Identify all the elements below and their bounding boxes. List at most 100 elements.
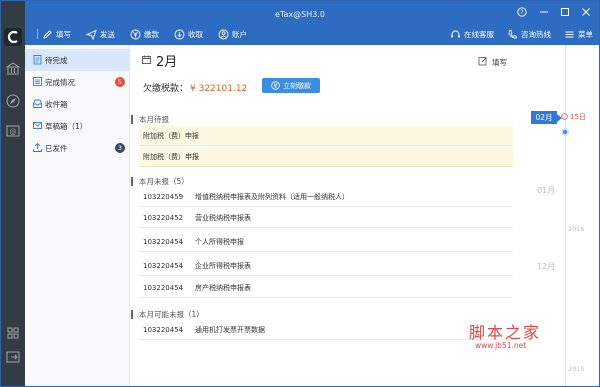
table-row[interactable]: 103220454 个人所得税申报 [139,232,513,252]
grid-icon[interactable] [5,325,21,341]
left-rail: @ [1,1,25,386]
sidebar-item-label: 草稿箱（1） [45,121,88,131]
pay-label: 缴款 [144,29,159,39]
pay-now-button[interactable]: 立刻缴款 [262,78,320,93]
send-label: 发送 [100,29,115,39]
timeline-month-active[interactable]: 02月 [531,111,562,124]
hotline-label: 咨询热线 [521,29,551,39]
pay-now-label: 立刻缴款 [283,81,311,90]
status-badge: 3 [115,143,125,153]
help-icon[interactable]: ? [515,7,529,19]
timeline-current-dot [561,128,569,136]
sidebar-item-completion[interactable]: 完成情况 5 [25,71,129,93]
hotline-button[interactable]: 咨询热线 [506,25,551,43]
menu-button[interactable]: 菜单 [563,25,593,43]
bank-icon[interactable] [5,61,21,77]
maximize-icon[interactable] [558,7,572,19]
row-name: 营业税纳税申报表 [195,213,251,222]
title-bar: eTax@SH3.0 ? 填写 发送 缴款 收取 账户 在线客服 咨询热线 菜单 [1,1,599,45]
row-name: 个人所得税申报 [195,237,244,246]
exit-icon[interactable] [5,349,21,365]
owed-value: ¥ 322101.12 [190,84,248,94]
sidebar-item-pending[interactable]: 待完成 [25,49,129,71]
phone-icon [506,28,518,40]
account-label: 账户 [232,29,247,39]
close-icon[interactable] [579,7,593,19]
fill-button[interactable]: 填写 [41,25,71,43]
fill-label: 填写 [56,29,71,39]
table-row[interactable]: 103220454 房产税纳税申报表 [139,278,513,298]
receive-button[interactable]: 收取 [173,25,203,43]
app-logo-icon [3,27,23,47]
write-label: 填写 [492,57,507,67]
sidebar-item-sent[interactable]: 已发件 3 [25,137,129,159]
minimize-icon[interactable] [537,7,551,19]
sidebar-item-label: 已发件 [45,143,68,153]
row-name: 企业所得税申报表 [195,261,251,270]
timeline-year: 2015 [568,365,585,373]
yen-circle-icon [129,28,141,40]
user-circle-icon [217,28,229,40]
yen-circle-icon [271,81,280,90]
calendar-icon [141,54,152,67]
watermark-url: www.jb51.net [475,341,527,350]
toolbar-right: 在线客服 咨询热线 菜单 [437,25,593,43]
list-icon [32,76,43,87]
account-button[interactable]: 账户 [217,25,247,43]
receive-label: 收取 [188,29,203,39]
row-name: 房产税纳税申报表 [195,283,251,292]
clipboard-icon [32,54,43,65]
status-badge: 5 [115,77,125,87]
row-code: 103220454 [143,325,184,334]
clock-icon [561,112,568,122]
owed-label: 欠缴税款： [143,84,189,94]
table-row[interactable]: 103220452 营业税纳税申报表 [139,208,513,228]
timeline-month[interactable]: 12月 [537,261,555,272]
timeline-line [565,45,566,386]
app-window: eTax@SH3.0 ? 填写 发送 缴款 收取 账户 在线客服 咨询热线 菜单… [0,0,600,387]
online-service-button[interactable]: 在线客服 [449,25,494,43]
nav-sidebar: 待完成 完成情况 5 收件箱 草稿箱（1） 已发件 3 [25,45,130,386]
table-row[interactable]: 103220459 增值税纳税申报表及附列资料（适用一般纳税人） [139,187,513,207]
menu-icon [563,28,575,40]
row-name: 增值税纳税申报表及附列资料（适用一般纳税人） [195,192,349,201]
sidebar-item-drafts[interactable]: 草稿箱（1） [25,115,129,137]
inbox-icon [32,98,43,109]
page-title: 2月 [156,55,178,70]
row-code: 103220454 [143,283,184,292]
sidebar-item-label: 完成情况 [45,77,75,87]
table-row[interactable]: 附加税（费）申报 [139,126,513,146]
edit-icon [41,28,53,40]
row-name: 附加税（费）申报 [143,131,199,140]
menu-label: 菜单 [578,29,593,39]
compass-icon[interactable] [5,93,21,109]
watermark-logo: 脚本之家 [469,323,542,342]
month-header: 2月 [141,51,177,70]
sent-icon [32,142,43,153]
window-title: eTax@SH3.0 [275,10,325,19]
timeline-month[interactable]: 01月 [537,185,555,196]
table-row[interactable]: 103220454 通用机打发票开票数据 [139,320,513,340]
row-name: 通用机打发票开票数据 [195,325,265,334]
row-code: 103220454 [143,261,184,270]
row-code: 103220454 [143,237,184,246]
section-title: 本月可能未报（1） [131,309,204,320]
pay-toolbar-button[interactable]: 缴款 [129,25,159,43]
sidebar-item-label: 收件箱 [45,99,68,109]
timeline-today: 15日 [561,112,586,122]
write-button[interactable]: 填写 [478,56,507,68]
toolbar-divider [37,29,38,39]
sidebar-item-label: 待完成 [45,55,68,65]
download-icon [173,28,185,40]
row-code: 103220452 [143,213,184,222]
sidebar-item-inbox[interactable]: 收件箱 [25,93,129,115]
send-button[interactable]: 发送 [85,25,115,43]
at-sign-icon[interactable]: @ [5,123,21,139]
month-timeline: 02月 15日 01月 2016 12月 2015 [531,45,599,386]
section-title: 本月未报（5） [131,176,189,187]
svg-text:?: ? [520,9,523,16]
table-row[interactable]: 103220454 企业所得税申报表 [139,256,513,276]
table-row[interactable]: 附加税（费）申报 [139,147,513,167]
online-service-label: 在线客服 [464,29,494,39]
draft-icon [32,120,43,131]
